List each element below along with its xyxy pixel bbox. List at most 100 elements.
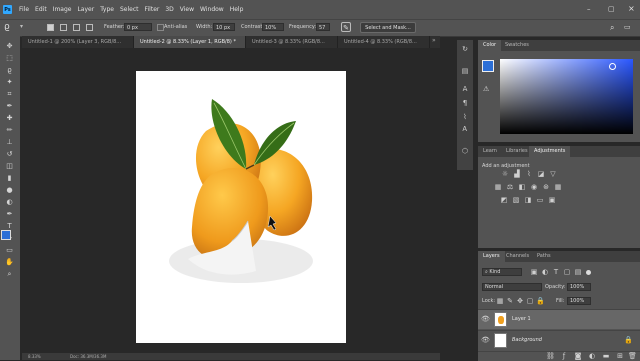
chevron-down-icon[interactable]: ▾ [20,23,23,30]
levels-icon[interactable]: ▟ [513,171,521,178]
eraser-tool-icon[interactable]: ◫ [4,162,15,171]
width-input[interactable]: 10 px [213,23,235,31]
zoom-tool-icon[interactable]: ⌕ [4,270,15,279]
intersect-selection-icon[interactable] [86,24,93,31]
tab-swatches[interactable]: Swatches [500,40,534,51]
lasso-tool-icon[interactable]: ϱ [4,66,15,75]
opacity-input[interactable]: 100% [567,283,591,291]
more-tabs-icon[interactable]: » [432,37,436,44]
layer-filter-select[interactable]: ⌕ Kind [482,268,522,276]
menu-3d[interactable]: 3D [162,6,176,13]
paragraph-icon[interactable]: ¶ [460,98,470,108]
posterize-icon[interactable]: ▧ [512,197,520,204]
threshold-icon[interactable]: ◨ [524,197,532,204]
filter-pixel-icon[interactable]: ▣ [530,269,538,276]
color-foreground-swatch[interactable] [482,60,494,72]
select-and-mask-button[interactable]: Select and Mask... [360,22,416,33]
layer-name[interactable]: Layer 1 [512,316,531,322]
menu-filter[interactable]: Filter [142,6,163,13]
lock-transparency-icon[interactable]: ▦ [496,298,504,305]
marquee-tool-icon[interactable]: ⬚ [4,54,15,63]
3d-icon[interactable]: ⬡ [460,146,470,156]
new-adjustment-icon[interactable]: ◐ [588,353,596,360]
fx-icon[interactable]: ƒ [560,353,568,360]
magnetic-lasso-icon[interactable]: ϱ [4,22,10,32]
photo-filter-icon[interactable]: ◉ [530,184,538,191]
lock-all-icon[interactable]: 🔒 [536,298,545,305]
menu-layer[interactable]: Layer [74,6,97,13]
healing-brush-icon[interactable]: ✚ [4,114,15,123]
tab-untitled-2[interactable]: Untitled-2 @ 8.33% (Layer 1, RGB/8) * [134,36,246,48]
layer-row-background[interactable]: 👁 Background 🔒 [478,330,640,350]
menu-view[interactable]: View [177,6,197,13]
tab-adjustments[interactable]: Adjustments [529,146,571,157]
vibrance-icon[interactable]: ▽ [549,171,557,178]
color-picker-handle[interactable] [609,63,616,70]
frequency-input[interactable]: 57 [316,23,330,31]
tab-color[interactable]: Color [478,40,502,51]
filter-adjustment-icon[interactable]: ◐ [541,269,549,276]
invert-icon[interactable]: ◩ [500,197,508,204]
clone-stamp-icon[interactable]: ⊥ [4,138,15,147]
search-icon[interactable]: ⌕ [610,23,614,33]
eyedropper-icon[interactable]: ✒ [4,102,15,111]
gradient-map-icon[interactable]: ▭ [536,197,544,204]
brightness-icon[interactable]: ☼ [501,171,509,178]
move-tool-icon[interactable]: ✥ [4,42,15,51]
document-canvas[interactable] [136,71,346,343]
maximize-icon[interactable]: ▢ [608,5,615,13]
tab-untitled-1[interactable]: Untitled-1 @ 200% (Layer 3, RGB/8... [22,36,134,48]
quick-select-icon[interactable]: ✦ [4,78,15,87]
menu-file[interactable]: File [16,6,32,13]
tab-libraries[interactable]: Libraries [501,146,533,157]
zoom-level[interactable]: 8.33% [28,354,41,359]
anti-alias-checkbox[interactable] [157,24,164,31]
foreground-color-swatch[interactable] [1,230,11,240]
dodge-tool-icon[interactable]: ◐ [4,198,15,207]
pen-tool-icon[interactable]: ✒ [4,210,15,219]
tab-paths[interactable]: Paths [532,251,556,262]
tab-channels[interactable]: Channels [501,251,534,262]
menu-edit[interactable]: Edit [32,6,50,13]
filter-type-icon[interactable]: T [552,269,560,276]
lock-position-icon[interactable]: ✥ [516,298,524,305]
new-layer-icon[interactable]: ⊞ [616,353,624,360]
channel-mixer-icon[interactable]: ⊛ [542,184,550,191]
black-white-icon[interactable]: ◧ [518,184,526,191]
color-picker-field[interactable] [500,59,633,134]
brush-settings-icon[interactable]: ⌇ [460,112,470,122]
rectangle-tool-icon[interactable]: ▭ [4,246,15,255]
blend-mode-select[interactable]: Normal [482,283,542,291]
menu-image[interactable]: Image [50,6,75,13]
brush-tool-icon[interactable]: ✏ [4,126,15,135]
add-selection-icon[interactable] [60,24,67,31]
menu-select[interactable]: Select [117,6,142,13]
layer-row-layer-1[interactable]: 👁 Layer 1 [478,309,640,329]
tab-untitled-4[interactable]: Untitled-4 @ 8.33% (RGB/8... [338,36,430,48]
lock-pixels-icon[interactable]: ✎ [506,298,514,305]
link-layers-icon[interactable]: ⛓ [546,353,555,360]
new-group-icon[interactable]: ▬ [602,353,610,360]
crop-tool-icon[interactable]: ⌗ [4,90,15,99]
gradient-tool-icon[interactable]: ▮ [4,174,15,183]
contrast-input[interactable]: 10% [262,23,284,31]
pen-pressure-icon[interactable]: ✎ [341,22,351,32]
workspace-icon[interactable]: ▭ [624,23,631,31]
layer-name[interactable]: Background [512,337,542,343]
minimize-icon[interactable]: – [587,5,591,13]
character-styles-icon[interactable]: Ꭺ [460,124,470,134]
tab-learn[interactable]: Learn [478,146,502,157]
menu-window[interactable]: Window [197,6,227,13]
color-balance-icon[interactable]: ⚖ [506,184,514,191]
visibility-eye-icon[interactable]: 👁 [481,336,490,344]
hue-saturation-icon[interactable]: ▦ [494,184,502,191]
subtract-selection-icon[interactable] [73,24,80,31]
selective-color-icon[interactable]: ▣ [548,197,556,204]
visibility-eye-icon[interactable]: 👁 [481,315,490,323]
history-brush-icon[interactable]: ↺ [4,150,15,159]
feather-input[interactable]: 0 px [124,23,152,31]
close-icon[interactable]: × [628,4,635,13]
menu-help[interactable]: Help [227,6,247,13]
filter-shape-icon[interactable]: ▢ [563,269,571,276]
lock-artboard-icon[interactable]: ▢ [526,298,534,305]
